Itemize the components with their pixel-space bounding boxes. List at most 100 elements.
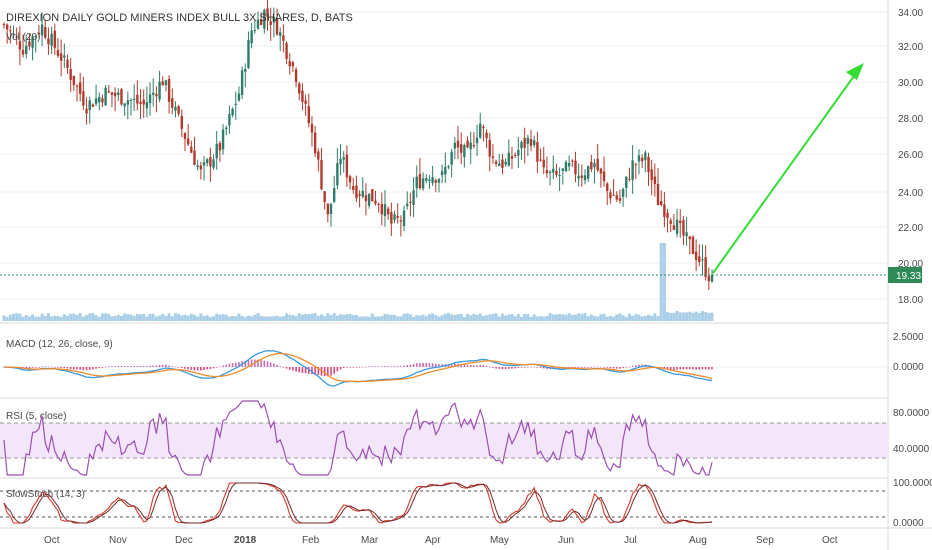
time-tick: 2018 [234,535,257,546]
candle-body [234,103,237,105]
price-tick: 30.00 [898,78,923,89]
candle-body [186,138,190,145]
macd-histogram-bar [539,367,542,368]
volume-bar [599,314,603,321]
candle-body [126,100,130,105]
volume-bar [643,315,647,321]
volume-bar [107,313,111,321]
candle-body [669,220,672,224]
candle-body [120,89,123,105]
volume-bar [158,315,162,321]
candle-body [596,158,599,171]
macd-histogram-bar [603,367,605,368]
candle-body [47,38,50,45]
macd-histogram-bar [698,367,701,370]
volume-bar [243,316,247,321]
volume-bar [386,314,390,321]
candle-body [82,91,85,106]
candle-body [202,162,206,166]
candle-body [279,32,282,36]
candle-body [361,190,364,197]
volume-bar [256,313,260,321]
macd-histogram-bar [117,365,120,367]
candle-body [44,27,47,38]
candle-body [250,30,253,44]
macd-histogram-bar [336,367,339,372]
volume-bar [139,314,143,321]
volume-bar [266,316,270,321]
macd-histogram-bar [174,366,177,368]
volume-bar [640,316,644,321]
candle-body [545,170,549,174]
macd-histogram-bar [406,365,409,367]
volume-bar [459,313,463,321]
macd-histogram-bar [200,367,202,371]
macd-histogram-bar [574,367,577,368]
macd-histogram-bar [612,367,615,369]
candle-body [374,200,377,204]
candle [104,85,107,106]
volume-bar [310,313,314,321]
macd-histogram-bar [412,364,415,367]
candle-body [110,92,114,95]
volume-bar [8,314,12,321]
volume-bar [227,316,231,321]
candle-body [517,149,520,156]
macd-histogram-bar [476,365,478,367]
candle-body [294,69,298,82]
macd-histogram-bar [615,367,618,369]
macd-histogram-bar [596,366,599,368]
macd-histogram-bar [536,367,539,368]
candle-body [399,220,403,222]
candle-body [434,180,437,183]
macd-histogram-bar [527,366,529,368]
macd-histogram-bar [276,364,278,367]
trading-chart[interactable]: DIREXION DAILY GOLD MINERS INDEX BULL 3X… [0,0,932,550]
volume-bar [405,313,409,321]
macd-histogram-bar [184,367,186,369]
candle-body [72,75,76,86]
candle-body [193,150,196,165]
time-tick: Dec [175,535,193,546]
candle-body [145,102,149,109]
candle-body [94,98,98,104]
macd-histogram-bar [130,366,132,367]
candle-body [609,192,612,199]
macd-histogram-bar [92,367,94,370]
candle-body [117,92,120,95]
time-tick: Jun [558,535,574,546]
volume-bar [478,313,482,321]
candle-body [221,129,225,150]
macd-histogram-bar [263,360,266,367]
macd-histogram-bar [28,367,31,369]
candle-body [5,24,9,30]
volume-bar [475,314,479,321]
candle-body [501,159,504,168]
volume-bar [72,313,76,321]
macd-histogram-bar [469,364,472,367]
volume-bar [272,316,276,321]
candle-body [285,43,288,59]
macd-histogram-bar [346,367,348,368]
macd-histogram-bar [422,362,424,367]
volume-bar [65,315,69,321]
candle-body [364,195,368,202]
candle-body [377,203,380,205]
volume-bar [634,313,638,321]
volume-bar [313,313,317,321]
volume-bar [339,314,343,321]
volume-bar [212,316,216,321]
volume-bar [567,313,571,321]
time-tick: Feb [302,535,320,546]
candle-body [456,140,460,148]
macd-histogram-bar [41,366,43,368]
candle-body [174,106,177,111]
macd-histogram-bar [349,367,351,368]
macd-histogram-bar [358,367,361,368]
candle-body [212,159,215,168]
macd-histogram-bar [415,363,418,367]
macd-histogram-bar [47,366,50,368]
volume-bar [62,314,66,321]
volume-bar [24,315,28,321]
candle-body [339,158,342,165]
